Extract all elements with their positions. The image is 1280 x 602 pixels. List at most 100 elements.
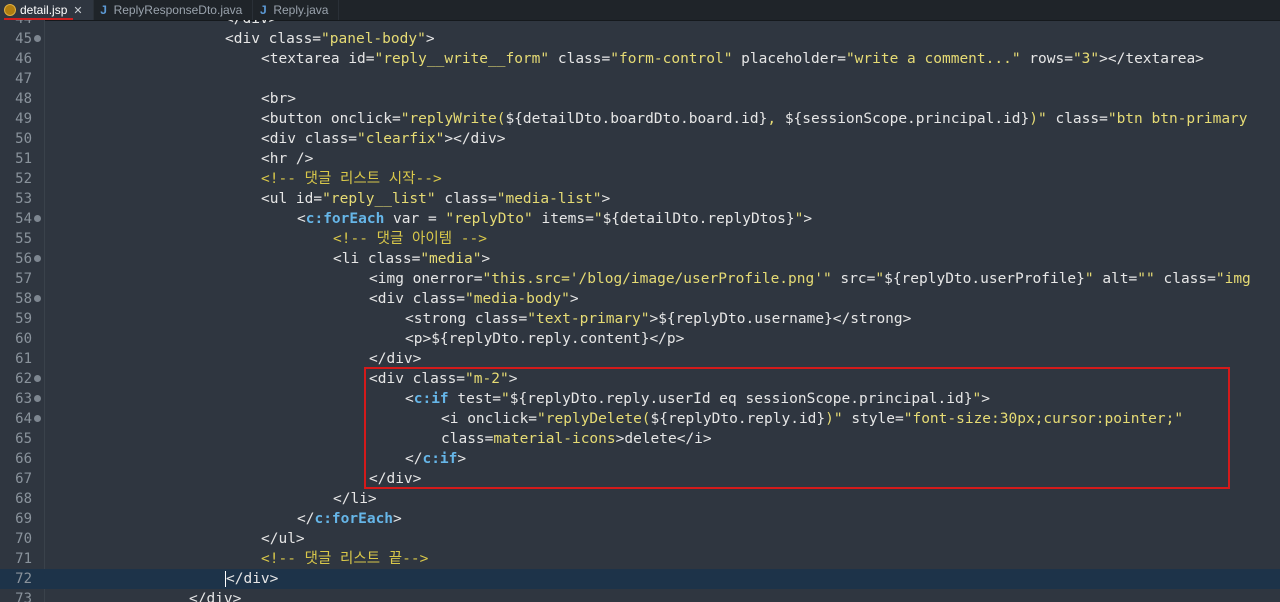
close-icon[interactable]: ✕: [73, 4, 82, 17]
tab-label: ReplyResponseDto.java: [113, 3, 243, 17]
code-text: <div class="media-body">: [369, 289, 579, 309]
code-token: "write a comment...": [845, 51, 1021, 67]
code-text: </ul>: [261, 529, 305, 549]
code-line[interactable]: 69 </c:forEach>: [0, 509, 1280, 529]
code-line[interactable]: 49 <button onclick="replyWrite(${detailDt…: [0, 109, 1280, 129]
code-token: "replyWrite(: [400, 111, 506, 127]
code-line[interactable]: 48 <br>: [0, 89, 1280, 109]
line-number: 70: [15, 531, 32, 547]
editor-tab-bar: detail.jsp ✕ J ReplyResponseDto.java J R…: [0, 0, 1280, 21]
code-line[interactable]: 70 </ul>: [0, 529, 1280, 549]
code-line[interactable]: 54 <c:forEach var = "replyDto" items="${d…: [0, 209, 1280, 229]
tab-label: detail.jsp: [20, 3, 68, 17]
code-line[interactable]: 45 <div class="panel-body">: [0, 29, 1280, 49]
code-token: "panel-body": [321, 31, 426, 47]
code-token: <br>: [261, 91, 296, 107]
line-number: 60: [15, 331, 32, 347]
code-token: ${detailDto.boardDto.board.id}: [505, 111, 768, 127]
line-number: 58: [15, 291, 32, 307]
code-line[interactable]: 55 <!-- 댓글 아이템 -->: [0, 229, 1280, 249]
code-line[interactable]: 61 </div>: [0, 349, 1280, 369]
code-token: <hr />: [261, 151, 314, 167]
code-editor[interactable]: 44 </div> 45 <div class="panel-body">46<tex…: [0, 20, 1280, 602]
code-line[interactable]: 59 <strong class="text-primary">${replyDt…: [0, 309, 1280, 329]
line-number: 67: [15, 471, 32, 487]
tab-reply-response-dto[interactable]: J ReplyResponseDto.java: [94, 0, 254, 20]
code-text: <div class="panel-body">: [225, 29, 435, 49]
code-line[interactable]: 47: [0, 69, 1280, 89]
code-token: "": [1137, 271, 1155, 287]
code-token: </div>: [189, 591, 242, 602]
code-token: class=: [1154, 271, 1216, 287]
line-number: 69: [15, 511, 32, 527]
code-line[interactable]: 73 </div>: [0, 589, 1280, 602]
code-token: >: [481, 251, 491, 267]
code-text: <strong class="text-primary">${replyDto.…: [405, 309, 911, 329]
code-token: </div>: [225, 20, 277, 27]
code-token: </li>: [333, 491, 377, 507]
fold-toggle-icon[interactable]: [34, 415, 41, 422]
code-text: </c:forEach>: [297, 509, 402, 529]
code-text: <div class="clearfix"></div>: [261, 129, 505, 149]
line-number: 54: [15, 211, 32, 227]
fold-toggle-icon[interactable]: [34, 375, 41, 382]
line-number: 44: [0, 20, 32, 29]
code-token: <li: [333, 251, 368, 267]
code-token: "text-primary": [527, 311, 650, 327]
code-token: "replyDto": [445, 211, 533, 227]
code-token: ${replyDto.reply.content}: [431, 331, 650, 347]
code-line[interactable]: 53 <ul id="reply__list" class="media-list…: [0, 189, 1280, 209]
code-token: ></textarea>: [1099, 51, 1204, 67]
code-token: <!-- 댓글 리스트 끝-->: [261, 551, 429, 567]
tab-label: Reply.java: [273, 3, 329, 17]
line-number: 53: [15, 191, 32, 207]
code-token: </div>: [225, 571, 279, 587]
code-text: <img onerror="this.src='/blog/image/user…: [369, 269, 1251, 289]
code-text: </div>: [189, 589, 241, 602]
fold-toggle-icon[interactable]: [34, 395, 41, 402]
code-line[interactable]: 46 <textarea id="reply__write__form" clas…: [0, 49, 1280, 69]
code-token: "media-body": [465, 291, 570, 307]
fold-toggle-icon[interactable]: [34, 215, 41, 222]
code-text: <!-- 댓글 리스트 시작-->: [261, 169, 442, 189]
tab-reply-java[interactable]: J Reply.java: [253, 0, 340, 20]
code-line[interactable]: 51 <hr />: [0, 149, 1280, 169]
tab-detail-jsp[interactable]: detail.jsp ✕: [0, 0, 94, 20]
line-number: 65: [15, 431, 32, 447]
code-token: c:forEach: [305, 211, 385, 227]
code-line[interactable]: 57 <img onerror="this.src='/blog/image/us…: [0, 269, 1280, 289]
code-token: c:forEach: [314, 511, 394, 527]
code-token: "btn btn-primary: [1107, 111, 1248, 127]
code-token: "media": [420, 251, 482, 267]
line-number: 59: [15, 311, 32, 327]
fold-toggle-icon[interactable]: [34, 35, 41, 42]
code-text: <hr />: [261, 149, 313, 169]
code-line[interactable]: 72 </div>: [0, 569, 1280, 589]
code-line[interactable]: 60 <p>${replyDto.reply.content}</p>: [0, 329, 1280, 349]
code-token: >: [393, 511, 402, 527]
code-line[interactable]: 56 <li class="media">: [0, 249, 1280, 269]
code-text: </div>: [369, 349, 421, 369]
code-token: >: [601, 191, 611, 207]
code-token: ${sessionScope.principal.id}: [784, 111, 1030, 127]
java-file-icon: J: [260, 3, 267, 17]
fold-toggle-icon[interactable]: [34, 255, 41, 262]
line-number: 46: [15, 51, 32, 67]
code-token: "3": [1072, 51, 1100, 67]
line-number: 73: [15, 591, 32, 602]
code-line[interactable]: 71 <!-- 댓글 리스트 끝-->: [0, 549, 1280, 569]
line-number: 50: [15, 131, 32, 147]
line-number: 45: [15, 31, 32, 47]
fold-toggle-icon[interactable]: [34, 295, 41, 302]
code-token: class=: [268, 31, 322, 47]
code-line[interactable]: 68 </li>: [0, 489, 1280, 509]
code-line[interactable]: 58 <div class="media-body">: [0, 289, 1280, 309]
code-token: onerror=: [412, 271, 483, 287]
code-token: var =: [384, 211, 446, 227]
code-text: <!-- 댓글 리스트 끝-->: [261, 549, 428, 569]
code-line[interactable]: 52 <!-- 댓글 리스트 시작-->: [0, 169, 1280, 189]
code-line[interactable]: 44 </div>: [0, 20, 1280, 29]
code-token: id=: [295, 191, 323, 207]
code-line[interactable]: 50 <div class="clearfix"></div>: [0, 129, 1280, 149]
code-text: <button onclick="replyWrite(${detailDto.…: [261, 109, 1248, 129]
